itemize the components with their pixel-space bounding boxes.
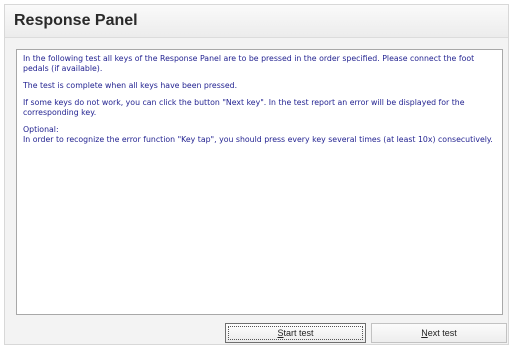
button-bar: Start test Next test bbox=[5, 314, 508, 344]
response-panel-window: Response Panel In the following test all… bbox=[4, 4, 509, 345]
optional-label: Optional: bbox=[23, 125, 59, 134]
next-test-button[interactable]: Next test bbox=[371, 323, 507, 343]
window-header: Response Panel bbox=[5, 5, 508, 38]
start-test-label: tart test bbox=[283, 328, 314, 338]
start-test-button[interactable]: Start test bbox=[225, 323, 366, 343]
instruction-paragraph-4: In order to recognize the error function… bbox=[23, 135, 493, 144]
next-test-label: ext test bbox=[427, 328, 457, 338]
instruction-paragraph-2: The test is complete when all keys have … bbox=[23, 81, 238, 90]
instruction-paragraph-3: If some keys do not work, you can click … bbox=[23, 98, 465, 117]
window-title: Response Panel bbox=[14, 12, 138, 29]
instructions-panel: In the following test all keys of the Re… bbox=[16, 49, 503, 315]
instruction-paragraph-1: In the following test all keys of the Re… bbox=[23, 54, 475, 73]
